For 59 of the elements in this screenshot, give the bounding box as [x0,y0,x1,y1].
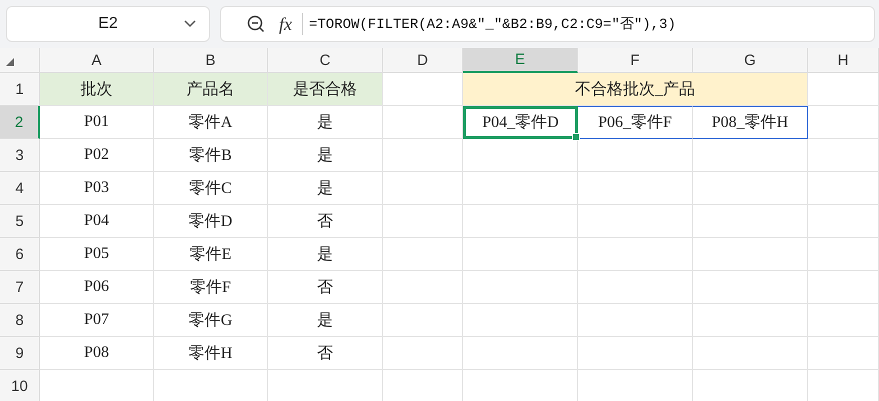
table-cell: 是 [268,238,383,271]
header-cell: 产品名 [154,73,268,106]
header-cell: 不合格批次_产品 [463,73,808,106]
row-header[interactable]: 6 [0,238,40,271]
table-cell: P02 [40,139,154,172]
column-header[interactable]: C [268,48,383,73]
table-cell: P01 [40,106,154,139]
table-cell: P06 [40,271,154,304]
row-header[interactable]: 2 [0,106,40,139]
row-header[interactable]: 8 [0,304,40,337]
table-cell: 零件E [154,238,268,271]
row-header[interactable]: 10 [0,370,40,401]
header-cell: 是否合格 [268,73,383,106]
table-cell: 零件B [154,139,268,172]
table-cell: P08_零件H [693,106,808,139]
table-cell: 是 [268,172,383,205]
table-cell: P04_零件D [463,106,578,139]
table-cell: 零件D [154,205,268,238]
row-header[interactable]: 5 [0,205,40,238]
table-cell: P08 [40,337,154,370]
chevron-down-icon[interactable] [183,19,197,29]
formula-bar[interactable]: fx =TOROW(FILTER(A2:A9&"_"&B2:B9,C2:C9="否"),3) [220,6,875,42]
table-cell: 零件A [154,106,268,139]
cell-reference: E2 [98,15,118,33]
column-header[interactable]: A [40,48,154,73]
zoom-out-icon[interactable] [247,15,265,33]
table-cell: 否 [268,205,383,238]
table-cell: 否 [268,337,383,370]
row-header[interactable]: 3 [0,139,40,172]
fill-handle[interactable] [572,133,580,141]
table-cell: 零件F [154,271,268,304]
table-cell: P06_零件F [578,106,693,139]
table-cell: P03 [40,172,154,205]
row-header[interactable]: 7 [0,271,40,304]
column-header[interactable]: D [383,48,463,73]
table-cell: 零件C [154,172,268,205]
triangle-icon[interactable] [6,58,14,66]
table-cell: 否 [268,271,383,304]
name-box[interactable]: E2 [6,6,210,42]
table-cell: 是 [268,106,383,139]
function-label[interactable]: fx [279,14,292,34]
column-header[interactable]: F [578,48,693,73]
column-header[interactable]: H [808,48,879,73]
table-cell: 零件H [154,337,268,370]
formula-text: =TOROW(FILTER(A2:A9&"_"&B2:B9,C2:C9="否"),3) [309,16,676,33]
column-header[interactable]: G [693,48,808,73]
table-cell: 零件G [154,304,268,337]
header-cell: 批次 [40,73,154,106]
table-cell: 是 [268,304,383,337]
table-cell: P04 [40,205,154,238]
table-cell: P07 [40,304,154,337]
column-header[interactable]: B [154,48,268,73]
row-header[interactable]: 9 [0,337,40,370]
row-header[interactable]: 1 [0,73,40,106]
column-header[interactable]: E [463,48,578,73]
row-header[interactable]: 4 [0,172,40,205]
table-cell: P05 [40,238,154,271]
select-all-corner[interactable] [0,48,40,73]
table-cell: 是 [268,139,383,172]
